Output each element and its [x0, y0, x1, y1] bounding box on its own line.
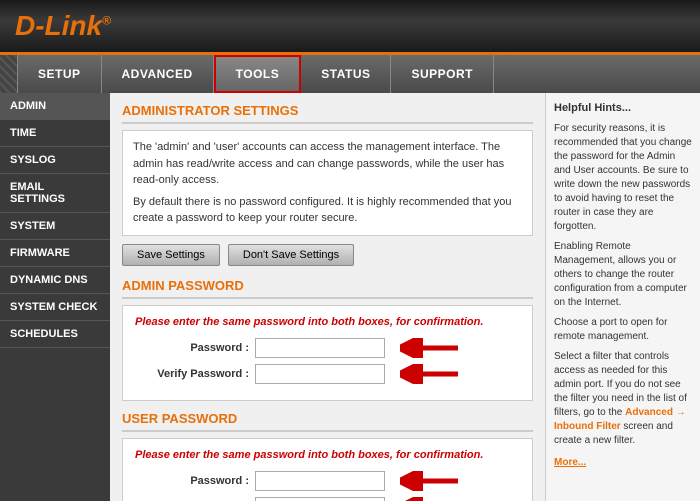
helpful-text3: Choose a port to open for remote managem…: [554, 316, 692, 344]
navbar: SETUP ADVANCED TOOLS STATUS SUPPORT: [0, 55, 700, 93]
helpful-title: Helpful Hints...: [554, 101, 692, 116]
admin-password-title: ADMIN PASSWORD: [122, 278, 533, 299]
admin-text2: By default there is no password configur…: [133, 194, 522, 227]
admin-verify-arrow-icon: [400, 364, 460, 384]
user-verify-row: Verify Password :: [135, 497, 520, 501]
sidebar-item-system-check[interactable]: SYSTEM CHECK: [0, 294, 110, 321]
logo: D-Link®: [15, 10, 111, 42]
more-link[interactable]: More...: [554, 457, 586, 468]
header: D-Link®: [0, 0, 700, 55]
sidebar-item-email-settings[interactable]: EMAIL SETTINGS: [0, 174, 110, 213]
admin-password-section: Please enter the same password into both…: [122, 305, 533, 401]
sidebar-item-dynamic-dns[interactable]: DYNAMIC DNS: [0, 267, 110, 294]
admin-password-arrow-icon: [400, 338, 460, 358]
nav-support[interactable]: SUPPORT: [391, 55, 494, 93]
admin-settings-title: ADMINISTRATOR SETTINGS: [122, 103, 533, 124]
admin-password-input[interactable]: [255, 338, 385, 358]
sidebar: ADMIN TIME SYSLOG EMAIL SETTINGS SYSTEM …: [0, 93, 110, 501]
nav-status[interactable]: STATUS: [301, 55, 391, 93]
user-password-hint: Please enter the same password into both…: [135, 449, 520, 461]
helpful-text2: Enabling Remote Management, allows you o…: [554, 240, 692, 310]
user-password-arrow-icon: [400, 471, 460, 491]
logo-text: D-Link: [15, 10, 102, 41]
nav-advanced[interactable]: ADVANCED: [102, 55, 214, 93]
sidebar-item-syslog[interactable]: SYSLOG: [0, 147, 110, 174]
logo-mark: ®: [102, 14, 111, 28]
user-password-section: Please enter the same password into both…: [122, 438, 533, 501]
sidebar-item-time[interactable]: TIME: [0, 120, 110, 147]
sidebar-item-system[interactable]: SYSTEM: [0, 213, 110, 240]
dont-save-settings-button[interactable]: Don't Save Settings: [228, 244, 354, 266]
user-password-row: Password :: [135, 471, 520, 491]
admin-settings-info: The 'admin' and 'user' accounts can acce…: [122, 130, 533, 236]
user-password-label: Password :: [135, 475, 255, 487]
settings-buttons: Save Settings Don't Save Settings: [122, 244, 533, 266]
admin-password-hint: Please enter the same password into both…: [135, 316, 520, 328]
admin-verify-row: Verify Password :: [135, 364, 520, 384]
admin-password-label: Password :: [135, 342, 255, 354]
user-verify-input[interactable]: [255, 497, 385, 501]
sidebar-item-firmware[interactable]: FIRMWARE: [0, 240, 110, 267]
content-area: ADMINISTRATOR SETTINGS The 'admin' and '…: [110, 93, 545, 501]
main-layout: ADMIN TIME SYSLOG EMAIL SETTINGS SYSTEM …: [0, 93, 700, 501]
nav-stripe: [0, 55, 18, 93]
admin-verify-label: Verify Password :: [135, 368, 255, 380]
user-password-title: USER PASSWORD: [122, 411, 533, 432]
helpful-text1: For security reasons, it is recommended …: [554, 122, 692, 234]
save-settings-button[interactable]: Save Settings: [122, 244, 220, 266]
helpful-text4: Select a filter that controls access as …: [554, 350, 692, 448]
admin-verify-input[interactable]: [255, 364, 385, 384]
sidebar-item-schedules[interactable]: SCHEDULES: [0, 321, 110, 348]
nav-setup[interactable]: SETUP: [18, 55, 102, 93]
admin-password-row: Password :: [135, 338, 520, 358]
user-password-input[interactable]: [255, 471, 385, 491]
sidebar-item-admin[interactable]: ADMIN: [0, 93, 110, 120]
right-panel: Helpful Hints... For security reasons, i…: [545, 93, 700, 501]
nav-tools[interactable]: TOOLS: [214, 55, 302, 93]
admin-text1: The 'admin' and 'user' accounts can acce…: [133, 139, 522, 189]
user-verify-arrow-icon: [400, 497, 460, 501]
